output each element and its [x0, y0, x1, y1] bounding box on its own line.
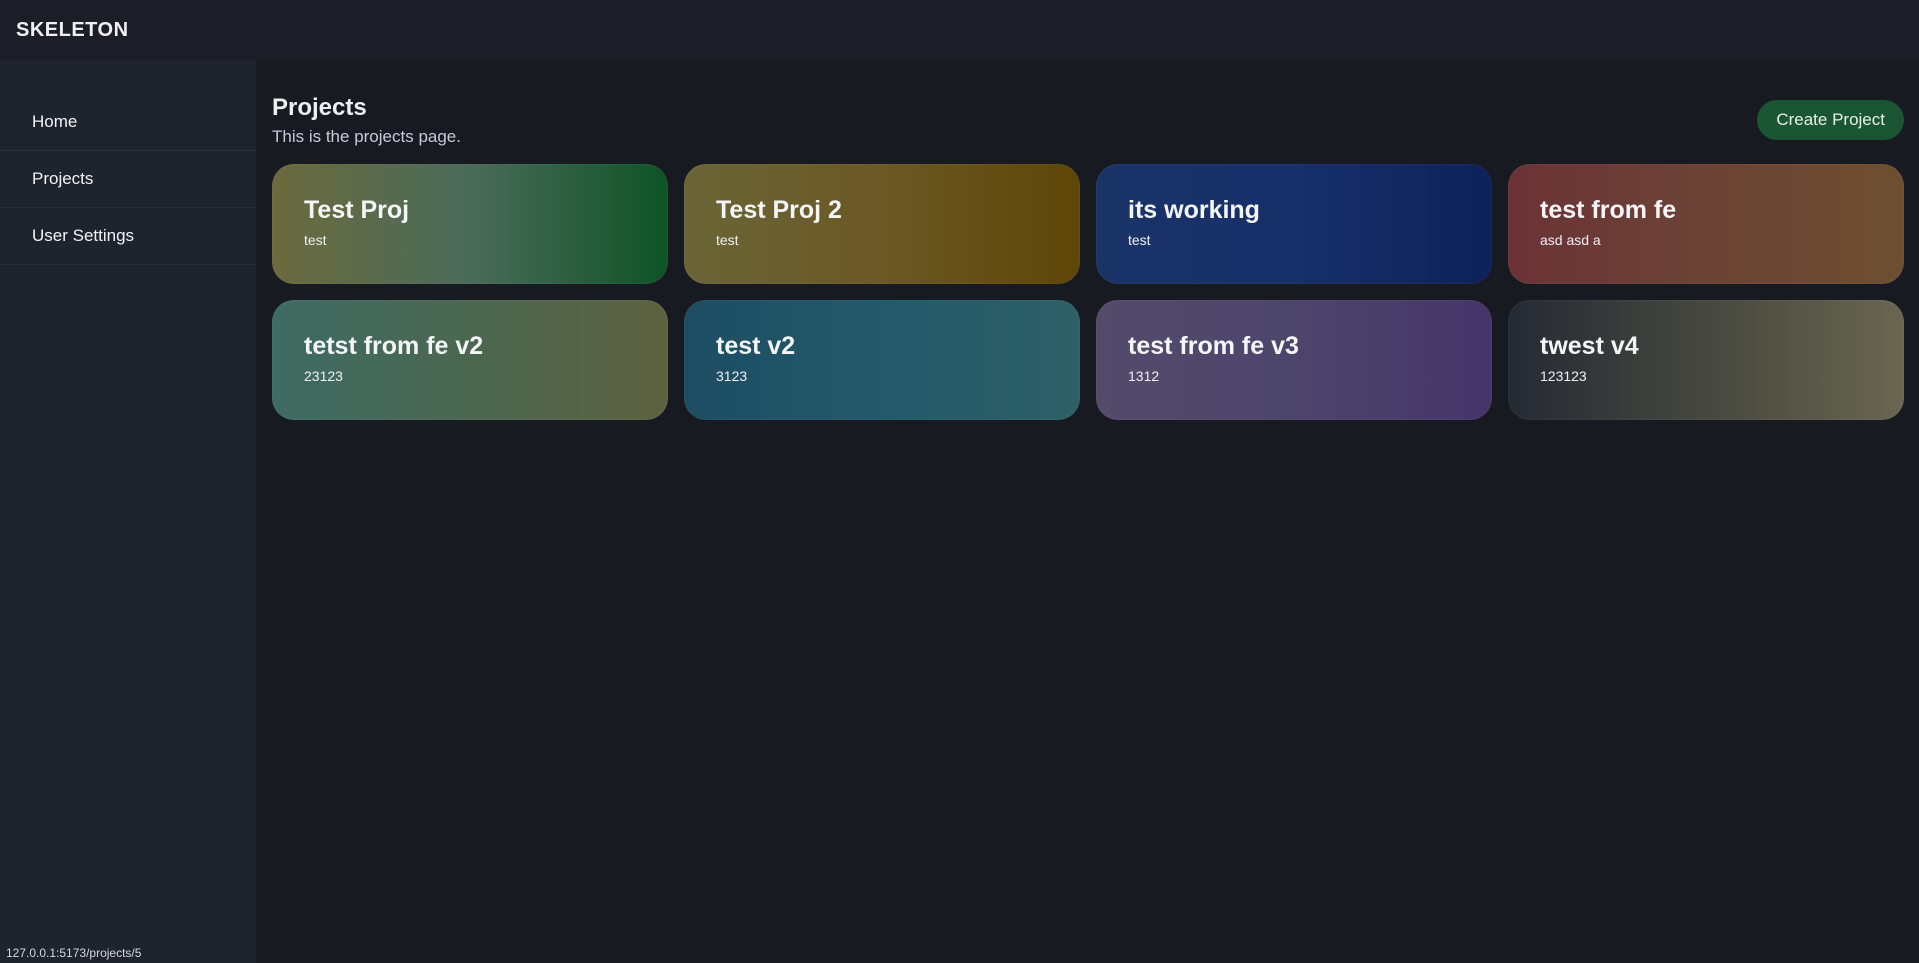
project-description: test: [1128, 232, 1151, 248]
project-name: test from fe: [1540, 196, 1677, 224]
page-subtitle: This is the projects page.: [272, 127, 461, 146]
project-card[interactable]: its working test: [1096, 164, 1492, 284]
app-logo-text[interactable]: SKELETON: [16, 19, 129, 42]
project-name: its working: [1128, 196, 1260, 224]
project-name: twest v4: [1540, 332, 1639, 360]
project-name: test from fe v3: [1128, 332, 1299, 360]
project-card[interactable]: tetst from fe v2 23123: [272, 300, 668, 420]
project-description: 123123: [1540, 368, 1587, 384]
project-name: test v2: [716, 332, 796, 360]
project-card[interactable]: test from fe asd asd a: [1508, 164, 1904, 284]
project-card[interactable]: Test Proj test: [272, 164, 668, 284]
sidebar-item-user-settings[interactable]: User Settings: [0, 208, 256, 265]
sidebar: Home Projects User Settings: [0, 60, 256, 963]
project-card[interactable]: twest v4 123123: [1508, 300, 1904, 420]
main-content: Projects This is the projects page. Crea…: [256, 60, 1919, 963]
project-description: test: [304, 232, 327, 248]
project-card[interactable]: Test Proj 2 test: [684, 164, 1080, 284]
project-name: Test Proj 2: [716, 196, 842, 224]
page-title: Projects: [272, 94, 367, 121]
project-card[interactable]: test v2 3123: [684, 300, 1080, 420]
status-bar-url: 127.0.0.1:5173/projects/5: [0, 943, 148, 963]
project-description: 1312: [1128, 368, 1160, 384]
project-name: tetst from fe v2: [304, 332, 484, 360]
project-name: Test Proj: [304, 196, 410, 224]
project-description: 23123: [304, 368, 343, 384]
project-description: asd asd a: [1540, 232, 1601, 248]
project-card[interactable]: test from fe v3 1312: [1096, 300, 1492, 420]
project-description: 3123: [716, 368, 748, 384]
sidebar-item-home[interactable]: Home: [0, 94, 256, 151]
project-description: test: [716, 232, 739, 248]
project-grid: Test Proj test Test Proj 2 test its work…: [272, 164, 1904, 420]
sidebar-item-projects[interactable]: Projects: [0, 151, 256, 208]
create-project-button[interactable]: Create Project: [1757, 100, 1904, 140]
top-bar: SKELETON: [0, 0, 1919, 60]
